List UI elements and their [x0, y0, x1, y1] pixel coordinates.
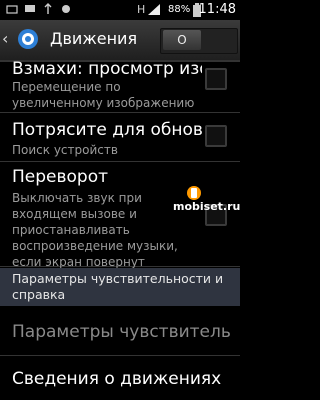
motion-master-switch[interactable]: O	[160, 28, 238, 54]
watermark: mobiset.ru	[173, 184, 240, 213]
item-subtitle: Поиск устройств	[12, 143, 118, 157]
page-title: Движения	[50, 29, 138, 48]
item-subtitle: Выключать звук при входящем вызове и при…	[12, 191, 178, 269]
action-bar: ‹ Движения O	[0, 20, 240, 62]
motion-settings-gear-icon[interactable]	[16, 27, 40, 51]
notification-icon	[6, 3, 18, 16]
switch-knob: O	[163, 30, 201, 50]
item-title: Сведения о движениях	[12, 369, 222, 389]
sms-icon	[24, 3, 36, 16]
pan-image-checkbox[interactable]	[205, 68, 227, 90]
usb-icon	[42, 3, 54, 16]
item-title: Параметры чувствительн...	[12, 322, 232, 342]
status-bar: H 88% 11:48	[0, 0, 240, 20]
item-title: Переворот	[12, 167, 109, 187]
section-label: Параметры чувствительности и справка	[12, 271, 224, 302]
item-subtitle: Перемещение по увеличенному изображению	[12, 80, 195, 110]
list-item-pan-image[interactable]: Взмахи: просмотр изо... Перемещение по у…	[0, 59, 240, 113]
list-item-about-motion[interactable]: Сведения о движениях	[0, 356, 240, 400]
item-title: Взмахи: просмотр изо...	[12, 59, 202, 79]
watermark-text: mobiset.ru	[173, 200, 241, 213]
list-item-turn-over[interactable]: Переворот Выключать звук при входящем вы…	[0, 162, 240, 269]
signal-icon	[147, 3, 161, 16]
item-title: Потрясите для обновл...	[12, 120, 202, 140]
battery-percent: 88%	[168, 4, 191, 15]
app-notification-icon	[60, 3, 72, 16]
section-header: Параметры чувствительности и справка	[0, 268, 240, 306]
network-type-icon: H	[137, 3, 146, 16]
list-item-sensitivity[interactable]: Параметры чувствительн...	[0, 307, 240, 356]
list-item-shake-update[interactable]: Потрясите для обновл... Поиск устройств	[0, 113, 240, 162]
clock: 11:48	[198, 2, 236, 17]
shake-update-checkbox[interactable]	[205, 125, 227, 147]
back-chevron-icon[interactable]: ‹	[2, 30, 8, 48]
